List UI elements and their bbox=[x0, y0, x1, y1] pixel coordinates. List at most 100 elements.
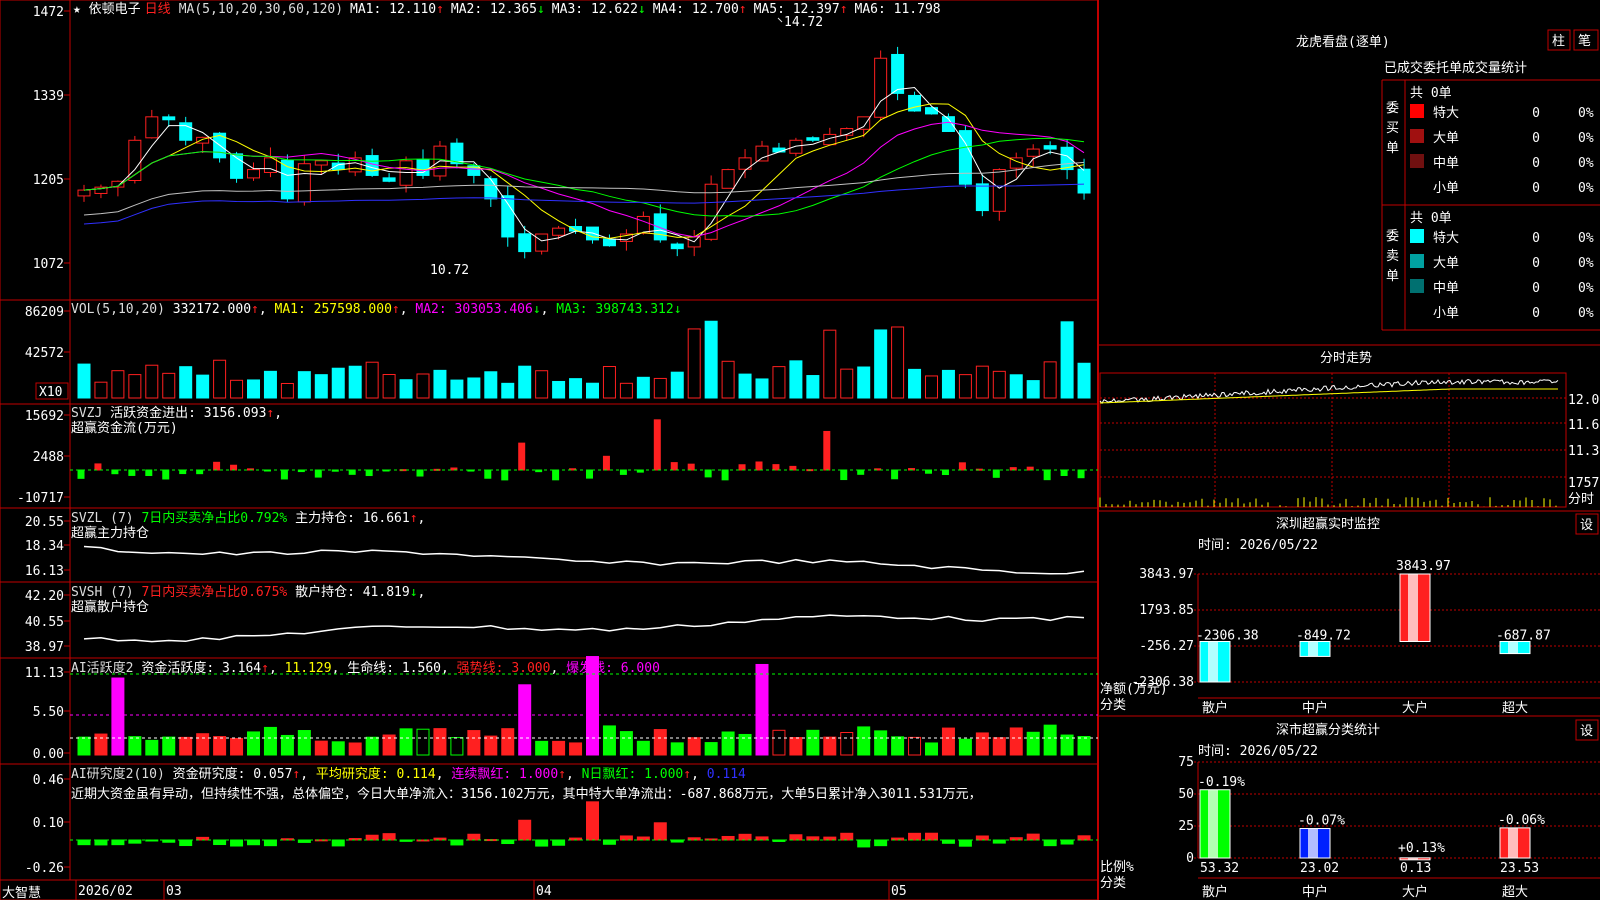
bar bbox=[314, 374, 328, 399]
bar bbox=[721, 360, 735, 399]
bar bbox=[602, 725, 616, 756]
bar bbox=[941, 469, 949, 476]
fenshi-price-line bbox=[1099, 378, 1559, 405]
candle-body bbox=[145, 116, 159, 139]
order-type: 特大 bbox=[1433, 231, 1459, 246]
bar bbox=[331, 839, 345, 847]
candle-body bbox=[891, 53, 905, 94]
bar bbox=[111, 469, 119, 475]
bar bbox=[280, 382, 294, 399]
bar bbox=[925, 742, 938, 756]
y-tick-label: 1793.85 bbox=[1139, 603, 1194, 618]
high-price-label: 14.72 bbox=[784, 15, 823, 30]
y-tick-label: 16.13 bbox=[25, 564, 64, 579]
bar bbox=[721, 835, 735, 841]
order-pct: 0% bbox=[1578, 306, 1594, 321]
bar bbox=[891, 736, 905, 756]
bar bbox=[484, 735, 498, 756]
bar bbox=[891, 326, 905, 399]
y-tick-label: 1339 bbox=[33, 89, 64, 104]
order-pct: 0% bbox=[1578, 131, 1594, 146]
bar bbox=[586, 656, 599, 756]
candle-body bbox=[857, 116, 871, 130]
bar bbox=[1077, 835, 1091, 841]
bar bbox=[348, 742, 362, 756]
change-label: -0.07% bbox=[1298, 814, 1345, 829]
order-pct: 0% bbox=[1578, 281, 1594, 296]
bar bbox=[755, 378, 769, 399]
ma-line bbox=[83, 121, 1085, 238]
bar bbox=[416, 728, 430, 756]
sz-monitor-settings-label: 设 bbox=[1580, 518, 1593, 533]
bar bbox=[518, 365, 532, 399]
bar bbox=[162, 469, 170, 480]
bar bbox=[297, 730, 311, 756]
bar bbox=[586, 801, 599, 841]
bar bbox=[77, 736, 91, 756]
candle-body bbox=[1077, 168, 1091, 194]
bar bbox=[975, 835, 989, 841]
y-tick-label: 38.97 bbox=[25, 640, 64, 655]
y-tick-label: 75 bbox=[1178, 755, 1194, 770]
order-color-swatch bbox=[1410, 104, 1424, 118]
bar bbox=[1060, 321, 1074, 399]
bar bbox=[467, 833, 481, 841]
bar bbox=[128, 469, 136, 476]
bar bbox=[687, 328, 701, 399]
candle-body bbox=[806, 137, 820, 141]
y-tick-label: -256.27 bbox=[1139, 639, 1194, 654]
y-tick-label: 5.50 bbox=[33, 705, 64, 720]
bar bbox=[552, 380, 566, 399]
bar bbox=[704, 742, 718, 756]
svzj-header: SVZJ 活跃资金进出: 3156.093↑, bbox=[71, 405, 282, 421]
bar bbox=[263, 839, 277, 847]
bar bbox=[213, 359, 227, 399]
bar bbox=[314, 740, 328, 756]
bar bbox=[992, 370, 1006, 399]
ma-legend-item: MA3: 12.622↓ bbox=[552, 2, 646, 17]
order-qty: 0 bbox=[1532, 231, 1540, 246]
bar bbox=[1043, 361, 1057, 399]
candle-body bbox=[535, 233, 549, 252]
bar bbox=[653, 377, 667, 399]
sell-total: 共 0单 bbox=[1410, 211, 1452, 226]
candle-body bbox=[162, 116, 176, 121]
ma-value: 11.798 bbox=[894, 2, 941, 17]
bar bbox=[230, 839, 244, 847]
bar bbox=[789, 465, 797, 471]
order-type: 中单 bbox=[1433, 281, 1459, 296]
bar bbox=[704, 469, 712, 478]
bar bbox=[857, 469, 865, 475]
ma-value: 12.365 bbox=[490, 2, 537, 17]
sz-monitor-chart: 3843.971793.85-256.27-2306.38-2306.38 -84… bbox=[1100, 559, 1600, 716]
bar-value-label: -2306.38 bbox=[1196, 629, 1259, 644]
ai-research-header: AI研究度2(10) 资金研究度: 0.057↑, 平均研究度: 0.114, … bbox=[71, 766, 746, 782]
order-pct: 0% bbox=[1578, 231, 1594, 246]
bar bbox=[941, 369, 955, 399]
bar bbox=[806, 375, 820, 399]
bar bbox=[467, 377, 481, 399]
chart-canvas[interactable]: ★ 依顿电子 日线 MA(5,10,20,30,60,120) MA1: 12.11… bbox=[0, 0, 1600, 900]
sz-monitor-xlabel: 分类 bbox=[1100, 698, 1126, 713]
bar bbox=[518, 442, 526, 471]
fenshi-y-tick: 17573 bbox=[1568, 476, 1600, 491]
sz-monitor-ylabel: 净额(万元) bbox=[1100, 682, 1168, 697]
vol-header: VOL(5,10,20) 332172.000↑, MA1: 257598.00… bbox=[71, 302, 682, 317]
bar bbox=[230, 379, 244, 399]
bar bbox=[1043, 469, 1051, 481]
bar-highlight bbox=[1308, 828, 1318, 858]
y-tick-label: 1072 bbox=[33, 257, 64, 272]
y-tick-label: 3843.97 bbox=[1139, 567, 1194, 582]
bar bbox=[280, 469, 288, 480]
bar bbox=[806, 729, 820, 756]
bar bbox=[975, 732, 989, 756]
bar bbox=[263, 726, 277, 756]
bar bbox=[365, 469, 373, 477]
bar bbox=[586, 469, 593, 479]
ma-legend-item: MA1: 12.110↑ bbox=[350, 2, 444, 17]
bar bbox=[196, 733, 210, 756]
bar bbox=[958, 374, 972, 399]
timeline-axis[interactable]: 2026/02 03 04 05 bbox=[75, 880, 907, 900]
bar bbox=[552, 839, 566, 846]
y-tick-label: 0.10 bbox=[33, 816, 64, 831]
